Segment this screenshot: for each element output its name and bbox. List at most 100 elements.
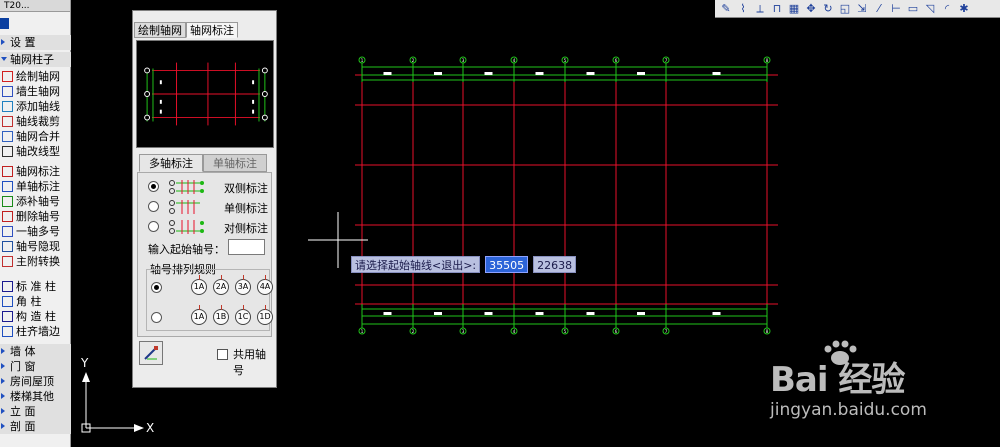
- axis-bubble-label: 6: [615, 58, 618, 63]
- tab-axis-annotation[interactable]: 轴网标注: [186, 22, 238, 38]
- menu-item-24[interactable]: 剖 面: [0, 419, 71, 434]
- t20-side-menu: T20... 设 置轴网柱子 绘制轴网 墙生轴网 添加轴线 轴线裁剪 轴网合并 轴改线型 轴网…: [0, 0, 71, 447]
- menu-item-label: 轴改线型: [16, 145, 60, 158]
- menu-item-13[interactable]: 轴号隐现: [0, 239, 71, 254]
- coordinate-x-input[interactable]: 35505: [485, 256, 529, 273]
- menu-item-23[interactable]: 立 面: [0, 404, 71, 419]
- side-menu-toggle-button[interactable]: [0, 18, 9, 29]
- menu-item-9[interactable]: 单轴标注: [0, 179, 71, 194]
- dimension-text: [586, 312, 595, 315]
- trim-icon[interactable]: ⁄: [872, 2, 886, 16]
- menu-item-10[interactable]: 添补轴号: [0, 194, 71, 209]
- axis-bubble-label: 2: [412, 329, 415, 334]
- radio-rule-row1[interactable]: [151, 282, 162, 293]
- dimension-text: [535, 72, 544, 75]
- move-icon[interactable]: ✥: [804, 2, 818, 16]
- menu-item-18[interactable]: 柱齐墙边: [0, 324, 71, 339]
- shared-axis-checkbox[interactable]: [217, 349, 228, 360]
- radio-single-side[interactable]: [148, 201, 159, 212]
- menu-item-17[interactable]: 构 造 柱: [0, 309, 71, 324]
- brush-icon[interactable]: ⌇: [736, 2, 750, 16]
- pick-axis-button[interactable]: [139, 341, 163, 365]
- menu-item-20[interactable]: 门 窗: [0, 359, 71, 374]
- collapsed-arrow-icon: [1, 408, 5, 414]
- radio-opposite-side[interactable]: [148, 221, 159, 232]
- array-icon[interactable]: ▦: [787, 2, 801, 16]
- menu-item-2[interactable]: 绘制轴网: [0, 69, 71, 84]
- dimension-text: [535, 312, 544, 315]
- axis-number-circle: 1A: [191, 305, 207, 325]
- extend-icon[interactable]: ⊢: [889, 2, 903, 16]
- dialog-tabs: 绘制轴网 轴网标注: [134, 22, 238, 38]
- menu-item-21[interactable]: 房间屋顶: [0, 374, 71, 389]
- dimension-text: [712, 72, 721, 75]
- menu-item-15[interactable]: 标 准 柱: [0, 279, 71, 294]
- menu-item-12[interactable]: 一轴多号: [0, 224, 71, 239]
- cad-application-window: 1 1 2 2 3 3 4 4 5 5 6 6 7 7 8 8 Y X 请选择起始轴线<退出>: 35505 …: [0, 0, 1000, 447]
- menu-item-label: 添加轴线: [16, 100, 60, 113]
- opposite-side-icon: [169, 220, 204, 234]
- menu-item-8[interactable]: 轴网标注: [0, 164, 71, 179]
- axis-preview-image: [136, 40, 274, 148]
- coordinate-y-input[interactable]: 22638: [533, 256, 577, 273]
- menu-item-14[interactable]: 主附转换: [0, 254, 71, 269]
- offset-icon[interactable]: ⊓: [770, 2, 784, 16]
- tab-multi-axis[interactable]: 多轴标注: [139, 154, 203, 172]
- menu-item-22[interactable]: 楼梯其他: [0, 389, 71, 404]
- fillet-icon[interactable]: ◜: [940, 2, 954, 16]
- axis-bubble-label: 5: [564, 329, 567, 334]
- mirror-icon[interactable]: ⟂: [753, 2, 767, 16]
- menu-item-5[interactable]: 轴线裁剪: [0, 114, 71, 129]
- axis-bubble-label: 4: [513, 329, 516, 334]
- menu-item-label: 轴号隐现: [16, 240, 60, 253]
- menu-item-11[interactable]: 删除轴号: [0, 209, 71, 224]
- menu-item-label: 楼梯其他: [10, 390, 54, 403]
- pencil-icon[interactable]: ✎: [719, 2, 733, 16]
- collapsed-arrow-icon: [1, 39, 5, 45]
- start-axis-input[interactable]: [228, 239, 265, 255]
- dimension-text: [383, 72, 392, 75]
- menu-item-4[interactable]: 添加轴线: [0, 99, 71, 114]
- menu-tool-icon: [2, 241, 13, 252]
- radio-rule-row2[interactable]: [151, 312, 162, 323]
- menu-item-label: 构 造 柱: [16, 310, 56, 323]
- numbering-rule-group: 1A 2A 3A 4A 1A 1B 1C 1D: [146, 269, 273, 331]
- menu-item-3[interactable]: 墙生轴网: [0, 84, 71, 99]
- axis-bubble-label: 8: [766, 58, 769, 63]
- menu-tool-icon: [2, 86, 13, 97]
- chamfer-icon[interactable]: ◹: [923, 2, 937, 16]
- menu-tool-icon: [2, 146, 13, 157]
- collapsed-arrow-icon: [1, 393, 5, 399]
- watermark-url: jingyan.baidu.com: [770, 400, 927, 420]
- menu-item-label: 墙 体: [10, 345, 36, 358]
- break-icon[interactable]: ▭: [906, 2, 920, 16]
- dimension-text: [637, 312, 645, 315]
- dimension-text: [484, 72, 493, 75]
- menu-item-1[interactable]: 轴网柱子: [0, 52, 71, 67]
- menu-item-label: 绘制轴网: [16, 70, 60, 83]
- tab-single-axis[interactable]: 单轴标注: [203, 154, 267, 172]
- radio-double-side[interactable]: [148, 181, 159, 192]
- ucs-y-label: Y: [80, 356, 89, 370]
- axis-bubble-label: 7: [665, 58, 668, 63]
- tab-draw-axis-grid[interactable]: 绘制轴网: [134, 22, 186, 38]
- axis-number-circle: 1D: [257, 305, 273, 325]
- axis-annotation-dialog: 绘制轴网 轴网标注 多轴标注 单轴标注 双侧标注 单侧标注 对侧标注 输入起始轴…: [132, 10, 277, 388]
- menu-item-6[interactable]: 轴网合并: [0, 129, 71, 144]
- scale-icon[interactable]: ◱: [838, 2, 852, 16]
- menu-item-label: 墙生轴网: [16, 85, 60, 98]
- menu-item-19[interactable]: 墙 体: [0, 344, 71, 359]
- axis-bubble-label: 5: [564, 58, 567, 63]
- menu-tool-icon: [2, 256, 13, 267]
- menu-item-0[interactable]: 设 置: [0, 35, 71, 50]
- dimension-text: [434, 312, 442, 315]
- menu-item-16[interactable]: 角 柱: [0, 294, 71, 309]
- collapsed-arrow-icon: [1, 423, 5, 429]
- pick-pen-icon: [144, 346, 158, 360]
- single-side-icon: [169, 200, 200, 214]
- explode-icon[interactable]: ✱: [957, 2, 971, 16]
- menu-item-7[interactable]: 轴改线型: [0, 144, 71, 159]
- menu-item-label: 轴网柱子: [10, 53, 54, 66]
- rotate-icon[interactable]: ↻: [821, 2, 835, 16]
- stretch-icon[interactable]: ⇲: [855, 2, 869, 16]
